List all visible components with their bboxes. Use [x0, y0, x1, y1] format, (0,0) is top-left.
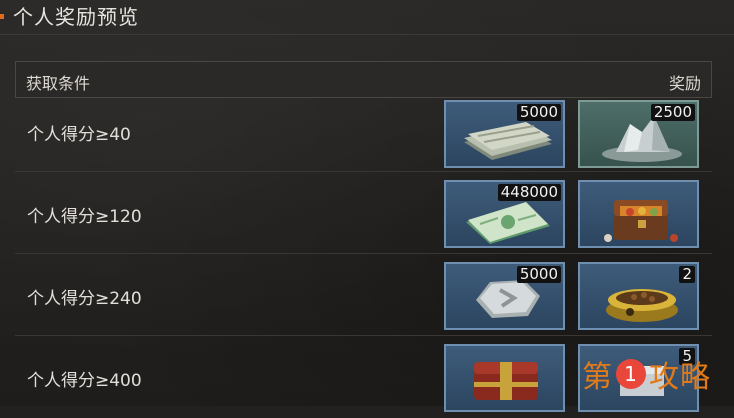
quantity-badge: 2500: [650, 104, 695, 121]
food-chest-icon: [604, 200, 678, 242]
quantity-badge: 5000: [516, 104, 561, 121]
red-gift-chest-icon: [474, 362, 538, 400]
reward-slot-gift-chest[interactable]: [444, 344, 565, 412]
page-title: 个人奖励预览: [13, 5, 139, 29]
title-bar: 个人奖励预览: [0, 0, 734, 35]
row-condition: 个人得分≥40: [27, 125, 131, 145]
row-condition: 个人得分≥400: [27, 371, 142, 391]
title-accent-mark: [0, 14, 4, 19]
row-condition: 个人得分≥120: [27, 207, 142, 227]
watermark-text-left: 第: [582, 360, 613, 395]
quantity-badge: 2: [679, 266, 695, 283]
table-header: 获取条件 奖励: [15, 61, 712, 98]
reward-slot-cash[interactable]: 5000: [444, 100, 565, 168]
row-condition: 个人得分≥240: [27, 289, 142, 309]
watermark-text-right: 攻略: [649, 360, 711, 395]
condition-column-header: 获取条件: [26, 74, 91, 93]
watermark-badge: 1: [616, 359, 646, 389]
reward-slot-ticket[interactable]: 448000: [444, 180, 565, 248]
reward-slot-ore[interactable]: 2500: [578, 100, 699, 168]
quantity-badge: 5000: [516, 266, 561, 283]
reward-column-header: 奖励: [668, 74, 701, 93]
reward-slot-chest[interactable]: [578, 180, 699, 248]
watermark: 第 1 攻略: [582, 350, 711, 398]
reward-slot-bowl[interactable]: 2: [578, 262, 699, 330]
quantity-badge: 448000: [497, 184, 561, 201]
reward-slot-coin[interactable]: 5000: [444, 262, 565, 330]
